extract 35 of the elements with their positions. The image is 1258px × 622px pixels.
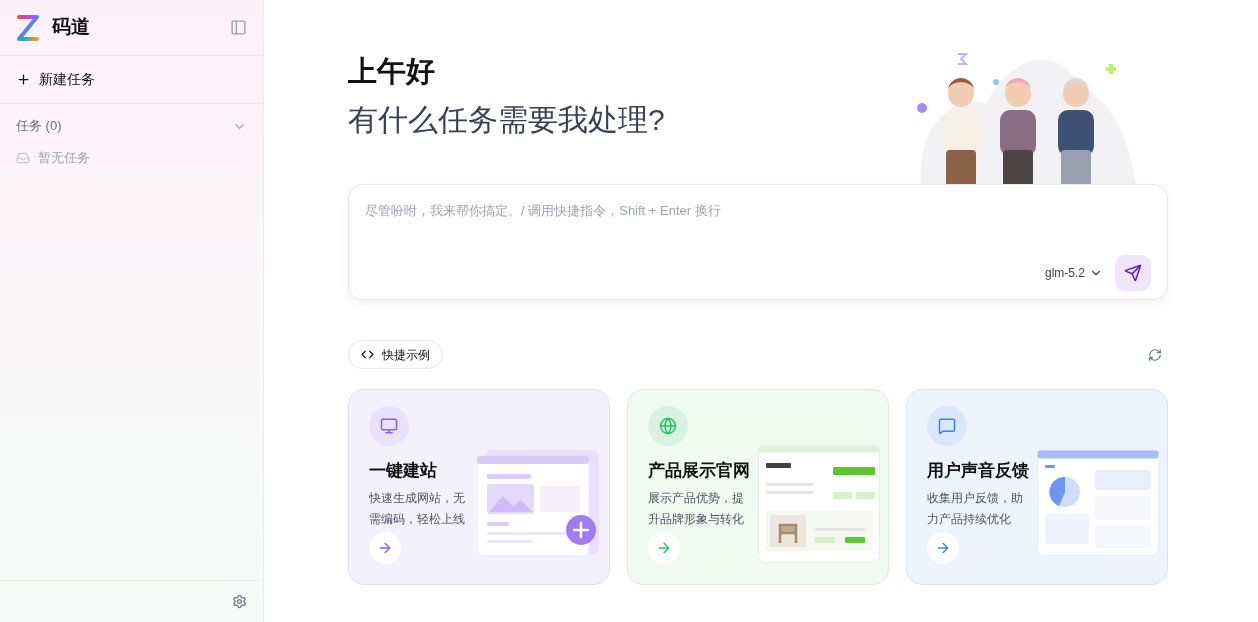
- arrow-right-icon: [935, 540, 951, 556]
- new-task-button[interactable]: 新建任务: [0, 56, 263, 104]
- send-icon: [1124, 264, 1142, 282]
- send-button[interactable]: [1115, 255, 1151, 291]
- card-description: 快速生成网站，无需编码，轻松上线: [369, 489, 466, 528]
- card-description: 展示产品优势，提升品牌形象与转化: [648, 489, 745, 528]
- example-card[interactable]: 一键建站 快速生成网站，无需编码，轻松上线: [348, 389, 610, 585]
- prompt-input-field[interactable]: 尽管吩咐，我来帮你搞定。/ 调用快捷指令，Shift + Enter 换行: [365, 201, 1151, 221]
- tasks-section-header[interactable]: 任务 (0): [0, 116, 263, 136]
- plus-icon: [16, 72, 31, 87]
- card-title: 产品展示官网: [648, 460, 748, 482]
- card-title: 用户声音反馈: [927, 460, 1027, 482]
- app-name: 码道: [52, 15, 90, 40]
- empty-tasks-text: 暂无任务: [38, 149, 90, 167]
- card-arrow-button[interactable]: [648, 532, 680, 564]
- greeting-subtitle: 有什么任务需要我处理?: [348, 102, 665, 138]
- card-icon: [938, 417, 956, 435]
- arrow-right-icon: [656, 540, 672, 556]
- card-title: 一键建站: [369, 460, 438, 482]
- greeting-title: 上午好: [348, 53, 436, 89]
- card-icon: [659, 417, 677, 435]
- card-icon: [380, 417, 398, 435]
- example-card[interactable]: 用户声音反馈 收集用户反馈，助力产品持续优化: [906, 389, 1168, 585]
- logo-icon: [16, 13, 40, 42]
- card-description: 收集用户反馈，助力产品持续优化: [927, 489, 1024, 528]
- arrow-right-icon: [377, 540, 393, 556]
- sidebar-toggle-icon[interactable]: [230, 19, 247, 36]
- code-icon: [361, 348, 374, 361]
- model-selector[interactable]: glm-5.2: [1045, 264, 1103, 282]
- card-arrow-button[interactable]: [927, 532, 959, 564]
- inbox-icon: [16, 150, 30, 165]
- example-card[interactable]: 产品展示官网 展示产品优势，提升品牌形象与转化: [627, 389, 889, 585]
- refresh-icon[interactable]: [1148, 347, 1162, 362]
- settings-icon[interactable]: [232, 594, 247, 609]
- card-arrow-button[interactable]: [369, 532, 401, 564]
